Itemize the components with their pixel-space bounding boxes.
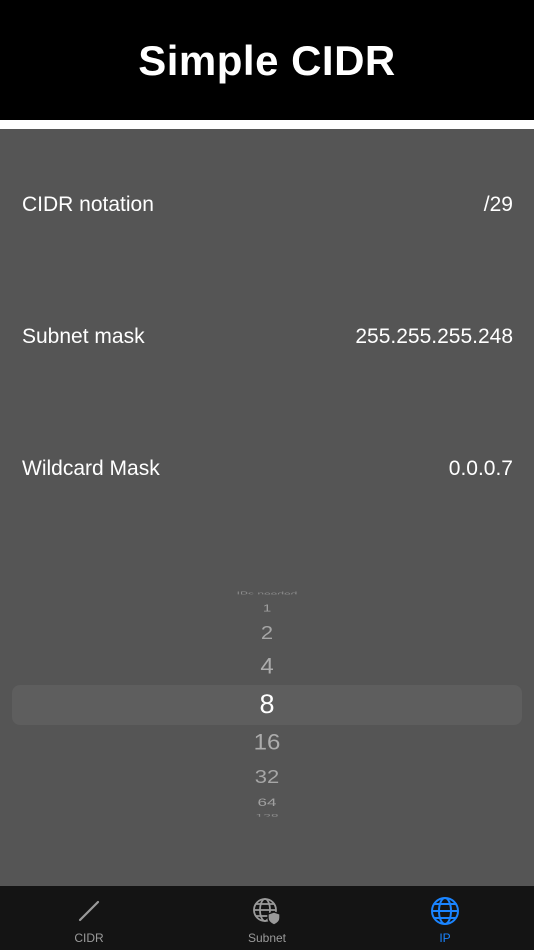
cidr-notation-value: /29 xyxy=(483,193,513,216)
picker-option[interactable]: 16 xyxy=(12,731,522,754)
picker-option[interactable]: 4 xyxy=(12,655,522,678)
tab-ip[interactable]: IP xyxy=(356,886,534,950)
subnet-mask-row: Subnet mask 255.255.255.248 xyxy=(22,322,513,352)
picker-option[interactable]: 1 xyxy=(12,604,522,614)
subnet-mask-label: Subnet mask xyxy=(22,325,145,348)
tab-ip-label: IP xyxy=(439,931,451,945)
wildcard-mask-label: Wildcard Mask xyxy=(22,457,160,480)
picker-option[interactable]: 2 xyxy=(12,623,522,643)
header-divider xyxy=(0,120,534,129)
ips-needed-picker[interactable]: IPs needed 1 2 4 8 16 32 64 128 xyxy=(12,587,522,823)
picker-option-selected[interactable]: 8 xyxy=(12,691,522,718)
tab-subnet-label: Subnet xyxy=(247,931,287,945)
tab-cidr[interactable]: CIDR xyxy=(0,886,178,950)
subnet-mask-value: 255.255.255.248 xyxy=(355,325,513,348)
wildcard-mask-row: Wildcard Mask 0.0.0.7 xyxy=(22,454,513,484)
tab-cidr-label: CIDR xyxy=(74,931,104,945)
cidr-notation-row: CIDR notation /29 xyxy=(22,190,513,220)
tab-bar: CIDR Subnet IP xyxy=(0,886,534,950)
wildcard-mask-value: 0.0.0.7 xyxy=(448,457,513,480)
slash-icon xyxy=(78,900,100,922)
picker-option[interactable]: 32 xyxy=(12,767,522,787)
results-panel: CIDR notation /29 Subnet mask 255.255.25… xyxy=(0,129,534,886)
picker-option[interactable]: 128 xyxy=(12,813,522,817)
tab-subnet[interactable]: Subnet xyxy=(178,886,356,950)
picker-option[interactable]: 64 xyxy=(12,797,522,808)
cidr-notation-label: CIDR notation xyxy=(22,193,154,216)
globe-icon xyxy=(431,897,459,925)
app-header: Simple CIDR xyxy=(0,0,534,120)
globe-shield-icon xyxy=(253,898,281,926)
app-title: Simple CIDR xyxy=(138,37,396,84)
picker-header: IPs needed xyxy=(236,590,298,595)
